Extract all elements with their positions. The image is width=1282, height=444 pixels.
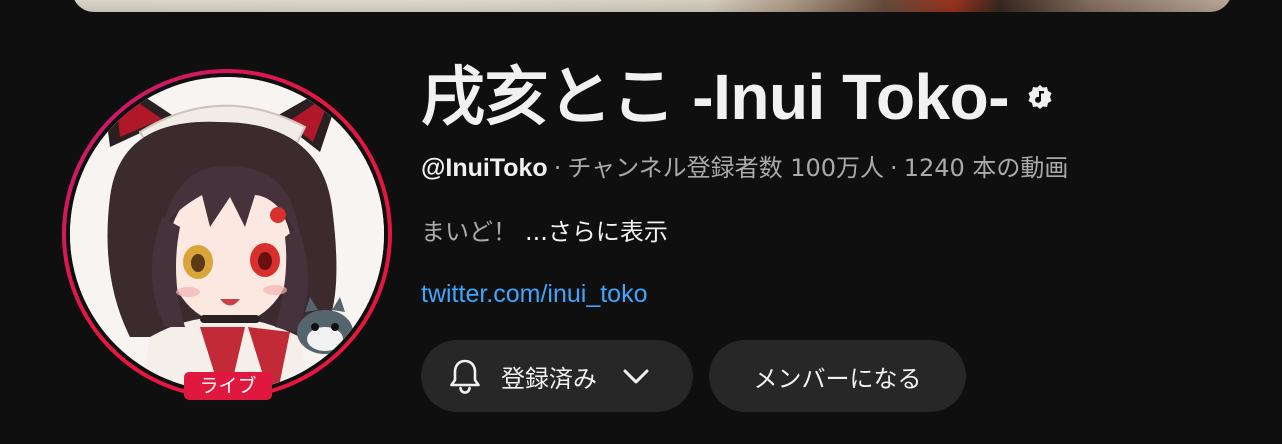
meta-separator: · <box>553 154 562 182</box>
meta-separator: · <box>890 154 898 182</box>
chevron-down-icon <box>623 369 649 384</box>
join-membership-label: メンバーになる <box>753 364 922 393</box>
subscribed-label: 登録済み <box>501 364 597 393</box>
channel-banner[interactable] <box>72 0 1232 12</box>
title-row: 戌亥とこ -Inui Toko- <box>421 52 1053 133</box>
show-more-link[interactable]: ...さらに表示 <box>525 218 668 246</box>
description-text: まいど！ <box>421 218 517 246</box>
channel-description[interactable]: まいど！ ...さらに表示 <box>421 212 668 247</box>
avatar-illustration <box>70 77 384 391</box>
avatar[interactable] <box>70 77 384 391</box>
subscriber-count: チャンネル登録者数 100万人 <box>567 154 885 182</box>
channel-meta: @InuiToko · チャンネル登録者数 100万人 · 1240 本の動画 <box>421 148 1068 183</box>
channel-link[interactable]: twitter.com/inui_toko <box>421 280 648 309</box>
subscribed-button[interactable]: 登録済み <box>421 340 693 412</box>
channel-header: ライブ 戌亥とこ -Inui Toko- @InuiToko · チャンネル登録者数… <box>0 0 1282 444</box>
music-note-badge-icon <box>1028 85 1052 109</box>
video-count: 1240 本の動画 <box>903 154 1069 182</box>
channel-title: 戌亥とこ -Inui Toko- <box>421 61 1010 133</box>
live-badge[interactable]: ライブ <box>184 372 272 400</box>
avatar-live-ring[interactable] <box>62 69 392 399</box>
channel-handle: @InuiToko <box>421 154 548 182</box>
banner-shade <box>72 0 1232 12</box>
join-membership-button[interactable]: メンバーになる <box>709 340 966 412</box>
bell-icon <box>450 359 480 394</box>
